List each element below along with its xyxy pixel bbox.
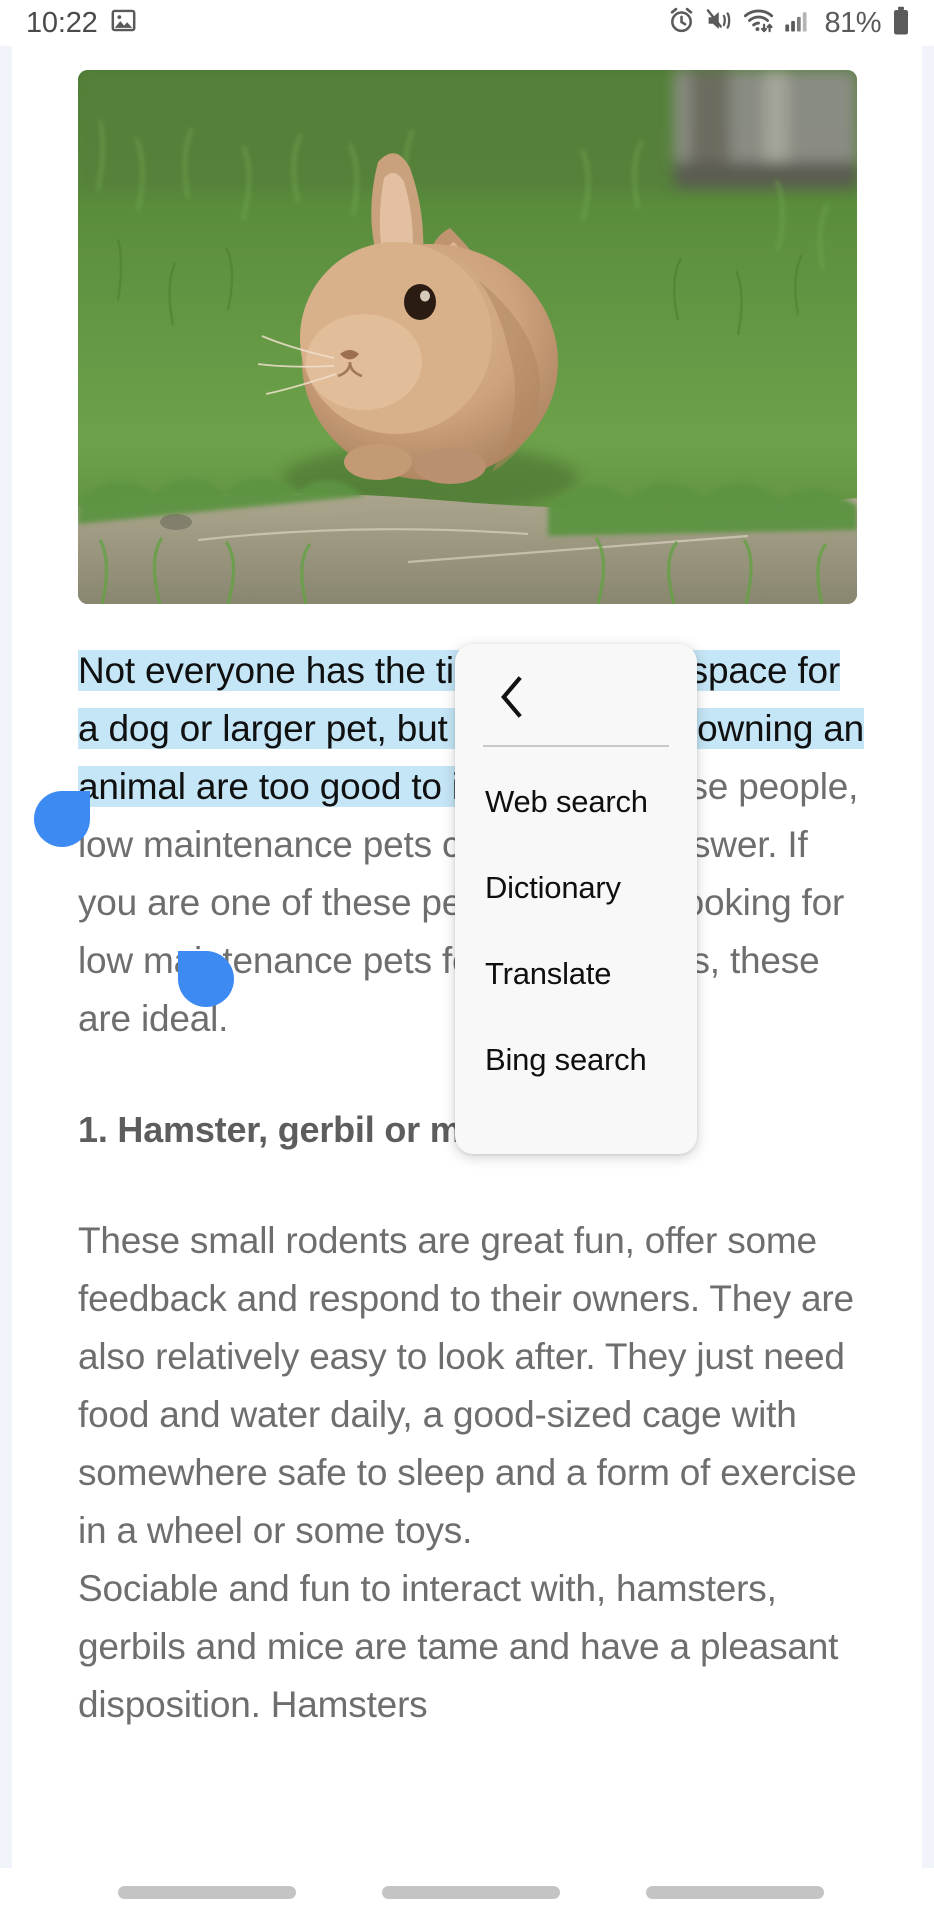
paragraph-rodents[interactable]: These small rodents are great fun, offer… (78, 1212, 868, 1560)
rabbit-photo[interactable] (78, 70, 857, 604)
mute-vibrate-icon (705, 6, 734, 40)
alarm-icon (667, 6, 696, 40)
text-selection-context-menu[interactable]: Web search Dictionary Translate Bing sea… (455, 644, 697, 1154)
menu-item-web-search[interactable]: Web search (455, 759, 697, 845)
image-notification-icon (110, 7, 137, 39)
battery-percent-label: 81% (824, 6, 881, 39)
cellular-signal-icon (783, 7, 811, 40)
page-right-edge (922, 46, 934, 1868)
menu-item-translate[interactable]: Translate (455, 931, 697, 1017)
back-pill[interactable] (646, 1886, 824, 1899)
battery-icon (890, 6, 912, 41)
chevron-left-icon[interactable] (481, 666, 543, 728)
system-navigation-bar[interactable] (0, 1868, 934, 1920)
status-bar-left: 10:22 (26, 7, 137, 40)
menu-item-bing-search[interactable]: Bing search (455, 1017, 697, 1103)
page-left-edge (0, 46, 12, 1868)
menu-item-dictionary[interactable]: Dictionary (455, 845, 697, 931)
home-pill[interactable] (382, 1886, 560, 1899)
wifi-icon (743, 5, 774, 41)
recents-pill[interactable] (118, 1886, 296, 1899)
menu-divider (483, 745, 669, 747)
paragraph-sociable[interactable]: Sociable and fun to interact with, hamst… (78, 1560, 868, 1734)
selection-start-handle[interactable] (34, 791, 90, 847)
status-bar: 10:22 81% (0, 0, 934, 46)
clock: 10:22 (26, 6, 98, 39)
status-bar-right: 81% (667, 5, 912, 41)
context-menu-items: Web search Dictionary Translate Bing sea… (455, 759, 697, 1103)
browser-page[interactable]: Not everyone has the time, energy or spa… (0, 46, 934, 1868)
selection-end-handle[interactable] (178, 951, 234, 1007)
